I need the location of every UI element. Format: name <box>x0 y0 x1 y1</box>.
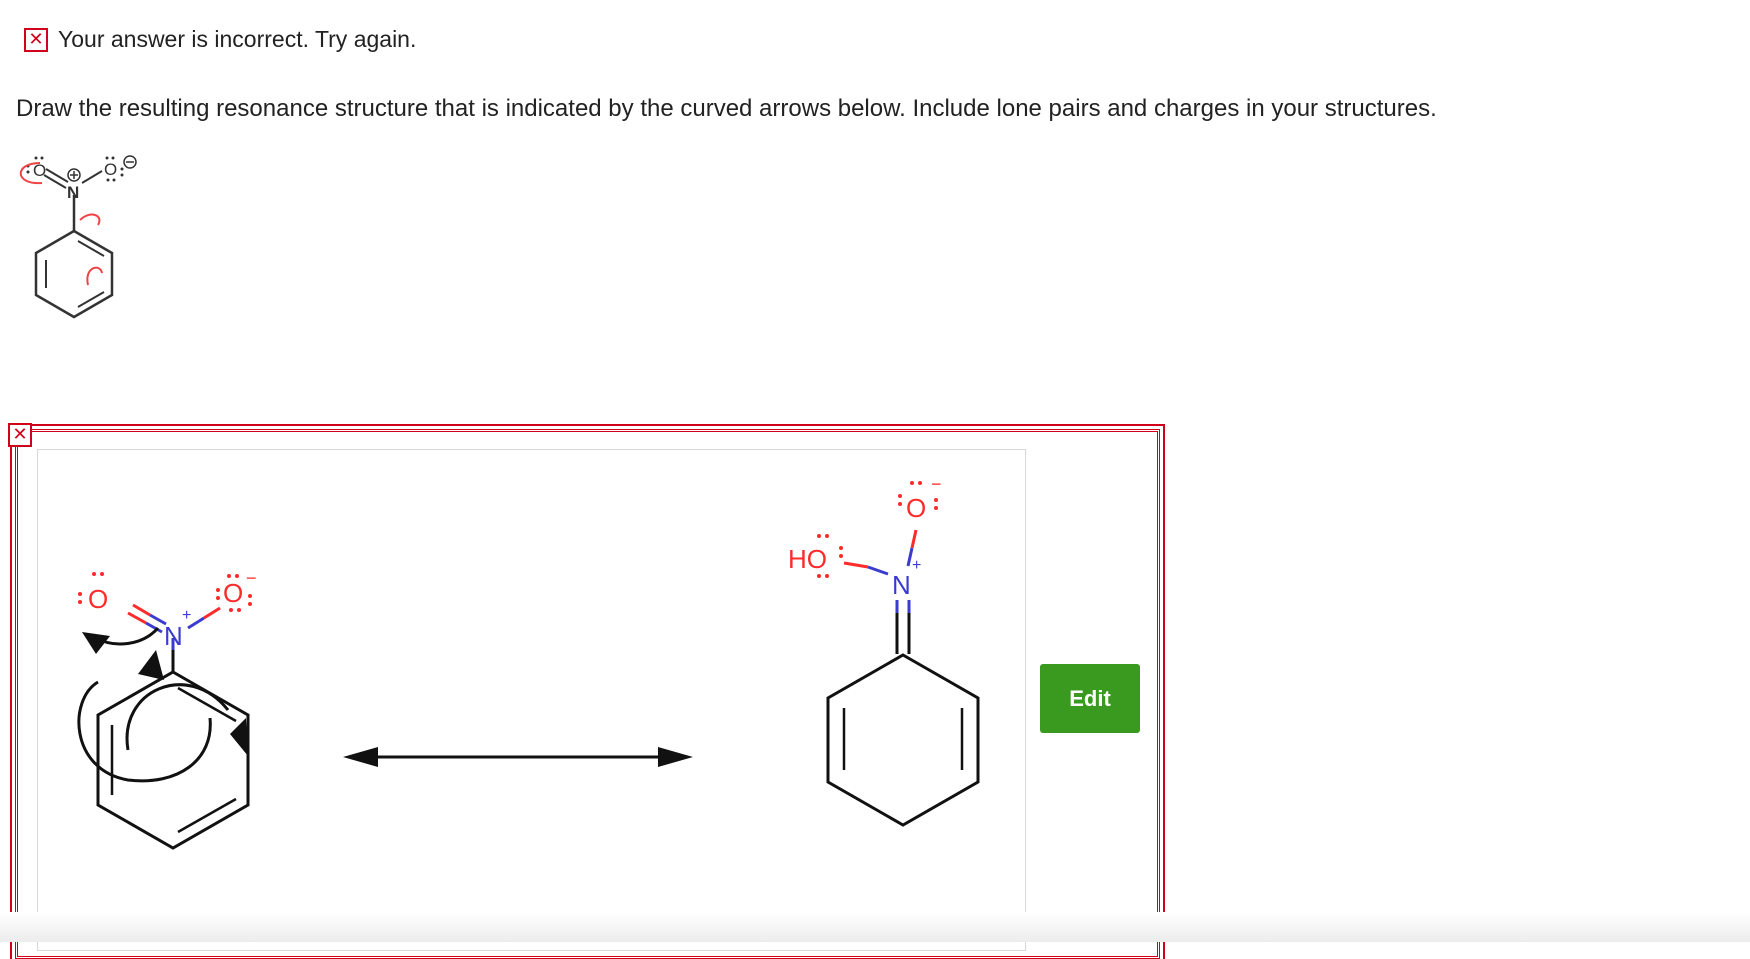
right-hydroxyl: HO <box>788 544 827 574</box>
left-arrowhead <box>138 650 164 680</box>
reference-no-double-bond <box>45 168 69 183</box>
reference-curved-arrow <box>86 266 103 286</box>
right-nitrogen: N <box>892 570 911 600</box>
drawing-canvas[interactable]: N + O O − N + O − HO <box>37 449 1026 951</box>
left-oxygen-double: O <box>88 584 108 614</box>
bottom-shade <box>0 912 1750 942</box>
left-curved-arrow <box>125 683 230 751</box>
reference-ring-double-bond <box>77 291 105 308</box>
left-oxygen-charge: − <box>246 568 257 588</box>
reference-benzene-ring <box>34 229 114 319</box>
reference-ring-double-bond <box>77 240 105 257</box>
right-ring <box>826 653 980 827</box>
incorrect-x-icon: ✕ <box>24 27 48 52</box>
reference-no-single-bond <box>81 170 103 184</box>
left-nitrogen: N <box>164 621 183 651</box>
resonance-drawing: N + O O − N + O − HO <box>77 474 980 850</box>
feedback-banner: ✕ Your answer is incorrect. Try again. <box>24 26 416 53</box>
reference-molecule: O N O <box>19 155 137 319</box>
reference-no-double-bond <box>43 174 67 189</box>
right-oxygen-charge: − <box>931 474 942 494</box>
right-ho-bond <box>843 561 869 569</box>
left-nitrogen-charge: + <box>182 607 191 624</box>
reference-curved-arrow <box>79 213 101 226</box>
right-oxygen-top: O <box>906 493 926 523</box>
feedback-text: Your answer is incorrect. Try again. <box>58 26 417 52</box>
reference-nitrogen: N <box>67 183 79 202</box>
reference-oxygen-right: O <box>104 160 117 179</box>
edit-button[interactable]: Edit <box>1040 664 1140 733</box>
right-nitrogen-charge: + <box>912 557 921 574</box>
question-text: Draw the resulting resonance structure t… <box>16 95 1437 122</box>
left-no-double-bond <box>132 603 151 617</box>
left-arrowhead <box>230 718 248 756</box>
left-oxygen-single: O <box>223 578 243 608</box>
answer-incorrect-x-icon: ✕ <box>8 423 32 447</box>
resonance-arrowhead-right <box>658 747 693 767</box>
left-benzene-ring <box>96 670 250 850</box>
resonance-arrowhead-left <box>343 747 378 767</box>
